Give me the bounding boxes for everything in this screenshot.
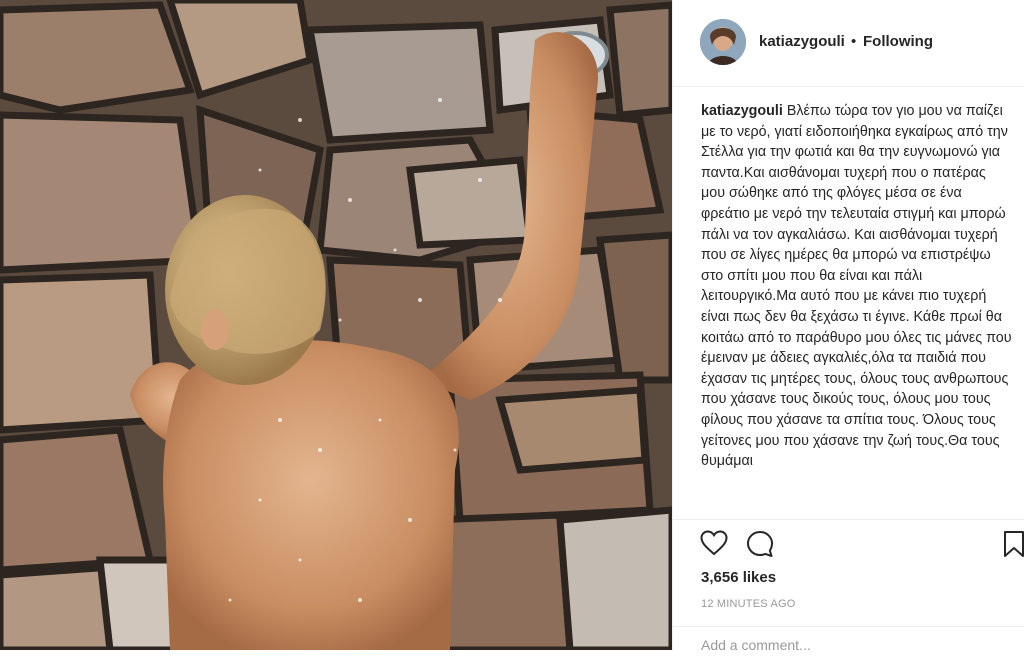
bookmark-icon[interactable] [1003,530,1024,563]
caption-username[interactable]: katiazygouli [701,103,783,119]
caption-area: katiazygouli Βλέπω τώρα τον γιο μου να πα… [701,101,1013,520]
photo-illustration [0,0,672,650]
caption: katiazygouli Βλέπω τώρα τον γιο μου να πα… [701,101,1013,472]
post-actions: 3,656 likes 12 MINUTES AGO Add a comment… [673,519,1024,653]
add-comment-bar: Add a comment... [673,626,1024,657]
avatar-image [700,19,746,65]
comment-icon[interactable] [746,530,774,563]
instagram-post: katiazygouli • Following katiazygouli Βλέ… [0,0,1024,653]
post-header: katiazygouli • Following [673,0,1024,87]
add-comment-input[interactable]: Add a comment... [701,637,811,653]
post-side-panel: katiazygouli • Following katiazygouli Βλέ… [672,0,1024,653]
likes-count[interactable]: 3,656 likes [701,569,776,586]
post-photo[interactable] [0,0,672,650]
caption-text: Βλέπω τώρα τον γιο μου να παίζει με το ν… [701,103,1012,470]
separator-dot: • [851,33,857,50]
avatar[interactable] [700,19,746,65]
heart-icon[interactable] [700,530,728,561]
following-button[interactable]: Following [863,33,933,50]
username[interactable]: katiazygouli [759,33,845,50]
post-timestamp: 12 MINUTES AGO [701,598,796,610]
